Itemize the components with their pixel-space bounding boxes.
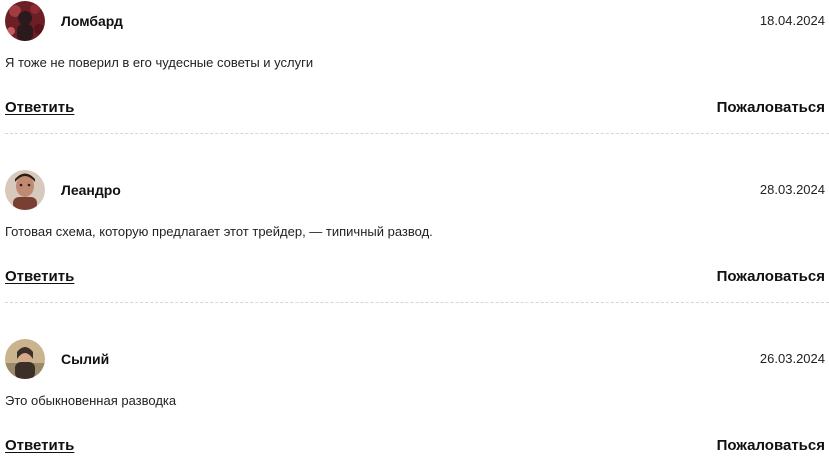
comment-item: Леандро 28.03.2024 Готовая схема, котору…: [0, 169, 829, 338]
comment-date: 18.04.2024: [759, 13, 825, 28]
comment-author: Леандро: [61, 182, 121, 198]
avatar[interactable]: [5, 170, 45, 210]
comment-item: Сылий 26.03.2024 Это обыкновенная развод…: [0, 338, 829, 458]
report-button[interactable]: Пожаловаться: [717, 99, 825, 116]
reply-button[interactable]: Ответить: [5, 99, 74, 116]
report-button[interactable]: Пожаловаться: [717, 437, 825, 454]
comment-item: Ломбард 18.04.2024 Я тоже не поверил в е…: [0, 0, 829, 169]
comment-author: Сылий: [61, 351, 110, 367]
comment-text: Я тоже не поверил в его чудесные советы …: [5, 55, 314, 70]
report-button[interactable]: Пожаловаться: [717, 268, 825, 285]
reply-button[interactable]: Ответить: [5, 437, 74, 454]
comment-author: Ломбард: [61, 13, 123, 29]
comment-date: 26.03.2024: [759, 351, 825, 366]
comment-text: Это обыкновенная разводка: [5, 393, 177, 408]
avatar[interactable]: [5, 339, 45, 379]
avatar[interactable]: [5, 1, 45, 41]
comment-divider: [5, 302, 829, 303]
comment-date: 28.03.2024: [759, 182, 825, 197]
comments-list: Ломбард 18.04.2024 Я тоже не поверил в е…: [0, 0, 829, 458]
comment-text: Готовая схема, которую предлагает этот т…: [5, 224, 433, 239]
reply-button[interactable]: Ответить: [5, 268, 74, 285]
comment-divider: [5, 133, 829, 134]
